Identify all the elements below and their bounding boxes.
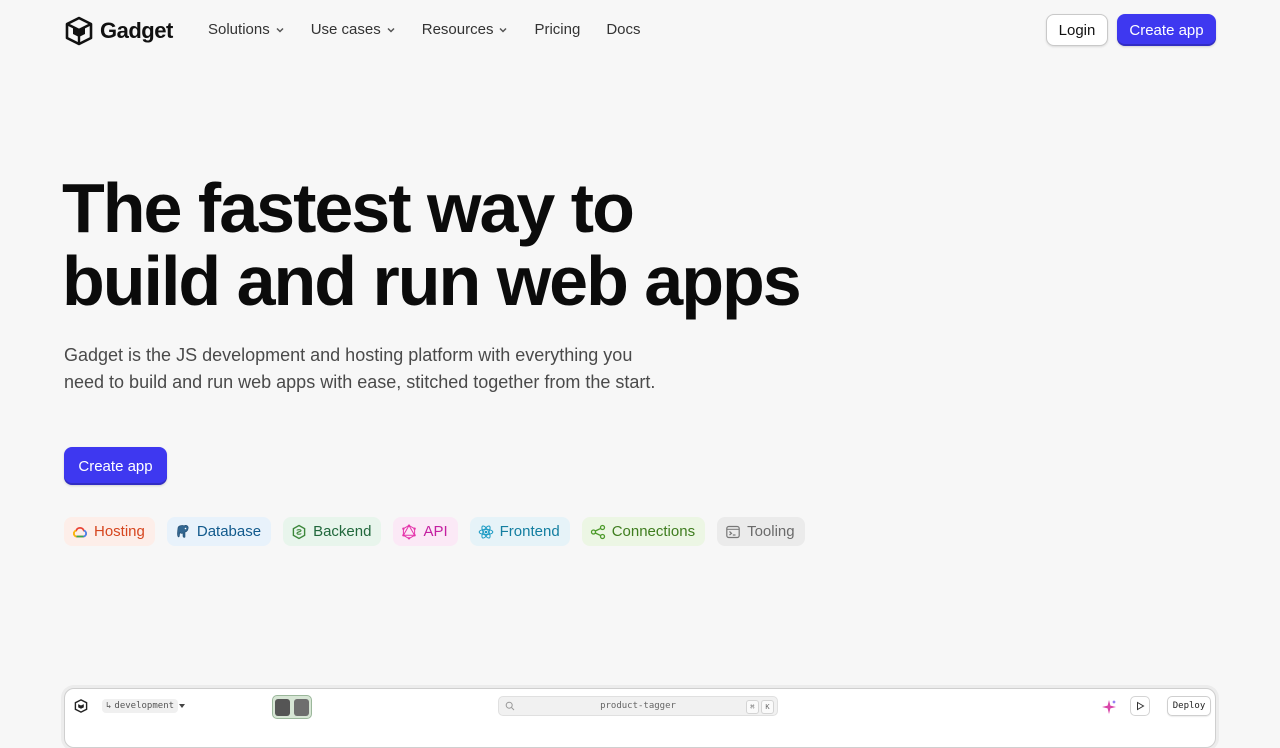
nav-resources[interactable]: Resources [422, 21, 509, 38]
nav-docs-label: Docs [606, 21, 641, 38]
feature-label: Tooling [747, 523, 795, 540]
brand-name: Gadget [100, 18, 173, 43]
hero-subtitle: Gadget is the JS development and hosting… [64, 345, 656, 392]
graphql-icon [402, 523, 417, 539]
hero-title-line-1: The fastest way to [62, 169, 635, 247]
feature-pill-database[interactable]: Database [166, 517, 272, 546]
nav-solutions-label: Solutions [208, 21, 270, 38]
gadget-cube-icon [74, 699, 88, 713]
feature-pill-hosting[interactable]: Hosting [64, 517, 155, 546]
feature-pills: Hosting Database Backend API Frontend Co… [64, 517, 817, 546]
postgres-elephant-icon [177, 524, 189, 538]
search-icon [505, 701, 515, 711]
chevron-down-icon [387, 27, 395, 33]
kbd-cmd: ⌘ [746, 700, 759, 714]
connections-nodes-icon [590, 524, 605, 539]
nav-pricing-label: Pricing [534, 21, 581, 38]
create-app-hero-button[interactable]: Create app [64, 447, 167, 485]
deploy-button[interactable]: Deploy [1167, 696, 1211, 716]
preview-run-button[interactable] [1130, 696, 1150, 716]
feature-pill-tooling[interactable]: Tooling [717, 517, 805, 546]
feature-label: Backend [313, 523, 372, 540]
sparkle-icon[interactable] [1101, 699, 1117, 715]
brand-logo-link[interactable]: Gadget [64, 16, 173, 46]
kbd-k: K [761, 700, 774, 714]
play-icon [1137, 701, 1145, 711]
caret-down-icon[interactable] [178, 702, 186, 710]
feature-pill-backend[interactable]: Backend [283, 517, 382, 546]
branch-icon: ↳ [106, 701, 112, 711]
terminal-icon [726, 525, 740, 538]
gadget-cube-icon [65, 16, 93, 46]
feature-pill-api[interactable]: API [393, 517, 458, 546]
nodejs-hexagon-icon [292, 524, 306, 539]
nav-resources-label: Resources [421, 21, 494, 38]
editor-preview: ↳ development product-tagger ⌘ K Deploy [64, 688, 1216, 748]
cloud-icon [73, 526, 87, 537]
feature-label: Connections [611, 523, 696, 540]
top-nav: Gadget Solutions Use cases Resources Pri… [0, 0, 1280, 62]
feature-label: Hosting [94, 523, 145, 540]
hero-title: The fastest way to build and run web app… [62, 169, 802, 320]
nav-docs[interactable]: Docs [606, 21, 640, 38]
app-name: product-tagger [600, 701, 676, 711]
create-app-nav-button[interactable]: Create app [1117, 14, 1216, 46]
avatar [275, 698, 290, 716]
login-button[interactable]: Login [1046, 14, 1108, 46]
feature-label: API [423, 523, 448, 540]
command-search[interactable]: product-tagger ⌘ K [498, 696, 778, 716]
avatar [294, 698, 309, 716]
feature-pill-frontend[interactable]: Frontend [469, 517, 570, 546]
feature-label: Frontend [499, 523, 560, 540]
environment-name: development [114, 701, 175, 711]
chevron-down-icon [499, 27, 507, 33]
feature-pill-connections[interactable]: Connections [581, 517, 706, 546]
environment-selector[interactable]: ↳ development [102, 699, 179, 713]
nav-solutions[interactable]: Solutions [208, 21, 285, 38]
main-menu: Solutions Use cases Resources Pricing Do… [208, 21, 667, 38]
react-atom-icon [478, 524, 493, 539]
nav-use-cases[interactable]: Use cases [311, 21, 396, 38]
feature-label: Database [196, 523, 262, 540]
nav-pricing[interactable]: Pricing [534, 21, 580, 38]
nav-use-cases-label: Use cases [310, 21, 381, 38]
chevron-down-icon [276, 27, 284, 33]
hero-title-line-2: build and run web apps [62, 242, 802, 320]
collaborator-avatars[interactable] [272, 695, 312, 719]
